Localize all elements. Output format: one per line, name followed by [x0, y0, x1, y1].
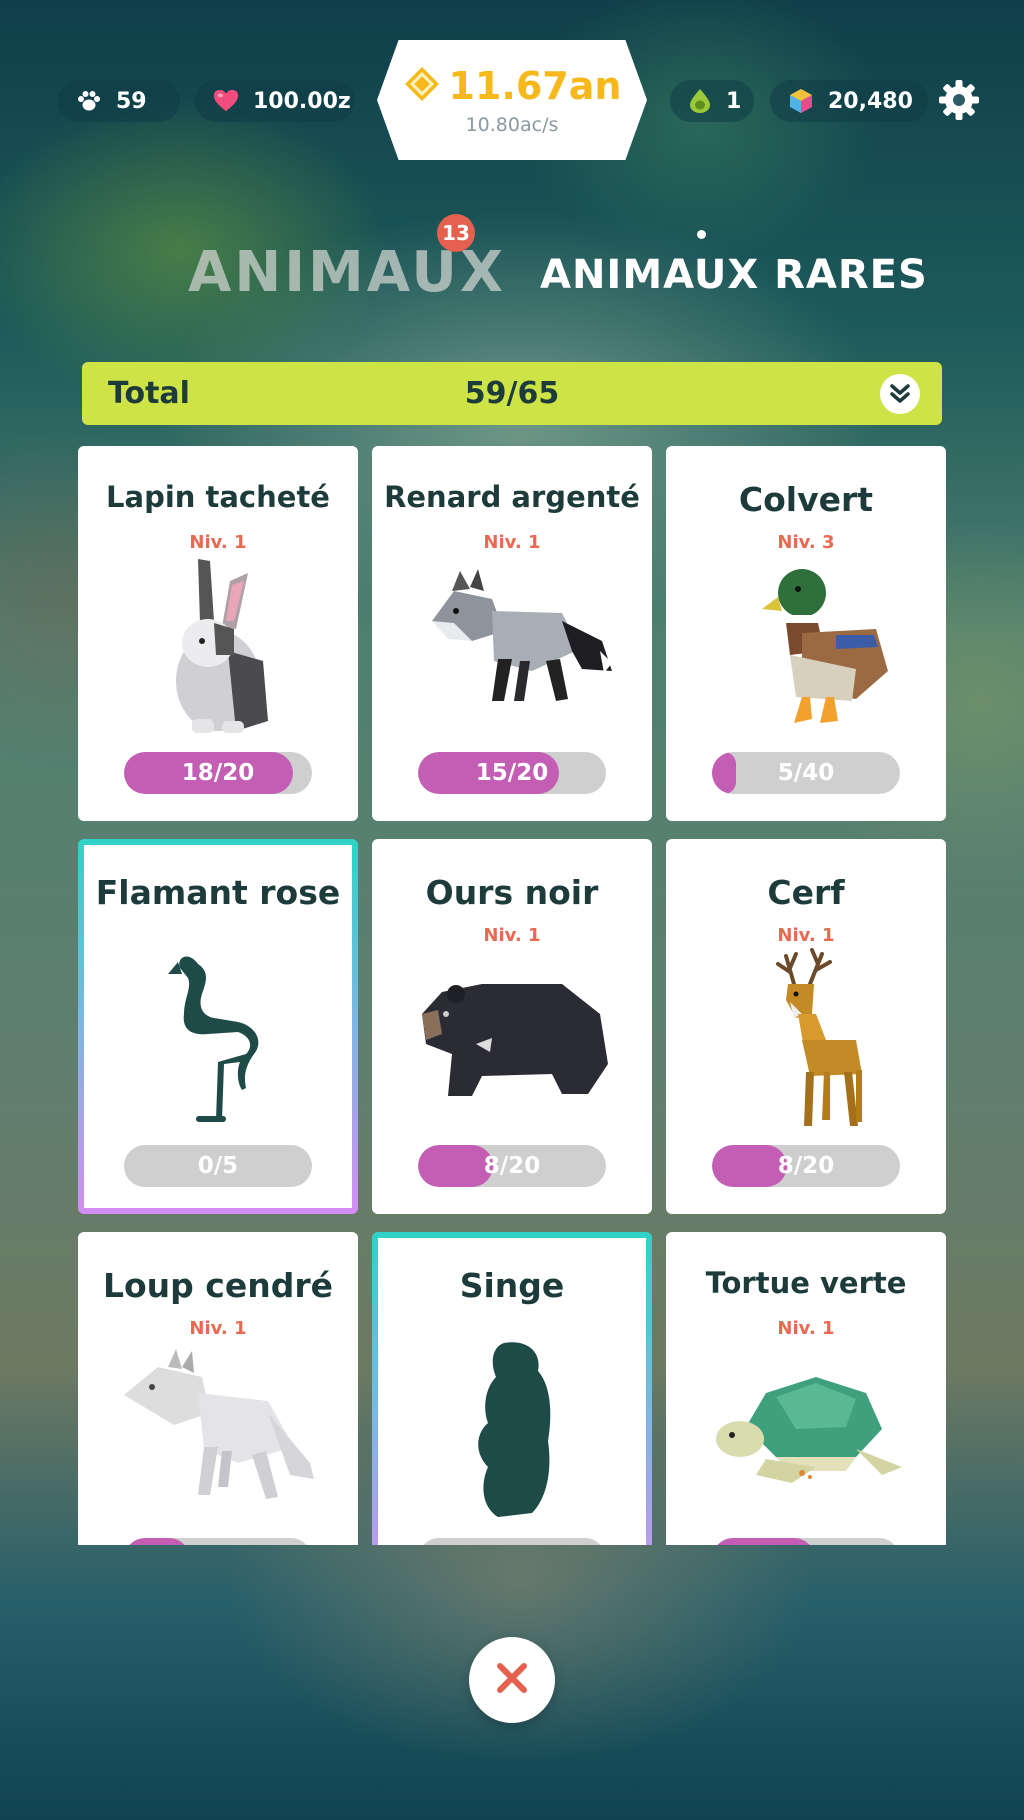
progress-text: 18/20 [181, 760, 255, 786]
animal-name: Lapin tacheté [106, 480, 330, 514]
coin-rate: 10.80ac/s [465, 114, 559, 136]
animal-level: Niv. 1 [483, 925, 541, 946]
progress-bar: 8/20 [418, 1145, 606, 1187]
progress-text [418, 1538, 606, 1545]
gem-count: 20,480 [828, 88, 913, 114]
animal-name: Renard argenté [384, 480, 640, 514]
total-count: 59/65 [464, 376, 560, 411]
coin-display: 11.67an 10.80ac/s [377, 40, 647, 160]
animal-name: Singe [459, 1266, 565, 1305]
paw-counter[interactable]: 59 [58, 80, 180, 122]
progress-text [712, 1538, 900, 1545]
animal-name: Flamant rose [95, 873, 341, 912]
animal-name: Ours noir [425, 873, 599, 912]
coin-icon [403, 65, 441, 107]
progress-bar: 15/20 [418, 752, 606, 794]
progress-bar [124, 1538, 312, 1545]
coin-value: 11.67an [448, 64, 622, 108]
animal-level: Niv. 3 [777, 532, 835, 553]
progress-bar [418, 1538, 606, 1545]
animal-name: Tortue verte [705, 1266, 907, 1300]
animal-level: Niv. 1 [189, 1318, 247, 1339]
deer-icon [706, 944, 906, 1134]
animal-card[interactable]: Colvert Niv. 3 5/40 [666, 446, 946, 821]
wolf-icon [118, 1337, 318, 1527]
animal-card-locked[interactable]: Singe [372, 1232, 652, 1545]
heart-counter[interactable]: 100.00z [195, 80, 355, 122]
duck-icon [706, 551, 906, 741]
animal-level: Niv. 1 [189, 532, 247, 553]
close-button[interactable] [469, 1637, 555, 1723]
progress-bar: 0/5 [124, 1145, 312, 1187]
animal-name: Cerf [767, 873, 845, 912]
seed-count: 1 [726, 88, 742, 114]
monkey-silhouette-icon [412, 1337, 612, 1527]
progress-bar [712, 1538, 900, 1545]
paw-icon [76, 88, 102, 114]
fox-icon [412, 551, 612, 741]
paw-count: 59 [116, 88, 147, 114]
progress-text: 5/40 [777, 760, 835, 786]
animal-card[interactable]: Renard argenté Niv. 1 15/20 [372, 446, 652, 821]
seed-counter[interactable]: 1 [670, 80, 754, 122]
seed-icon [688, 88, 712, 114]
animal-card[interactable]: Tortue verte Niv. 1 [666, 1232, 946, 1545]
chevron-double-down-icon[interactable] [880, 374, 920, 414]
animal-name: Loup cendré [102, 1266, 334, 1305]
animal-card[interactable]: Loup cendré Niv. 1 [78, 1232, 358, 1545]
flamingo-silhouette-icon [118, 944, 318, 1134]
progress-bar: 18/20 [124, 752, 312, 794]
settings-gear-icon[interactable] [937, 78, 981, 122]
tab-animaux-rares[interactable]: ANIMAUX RARES [540, 252, 928, 298]
gem-counter[interactable]: 20,480 [770, 80, 928, 122]
animal-card[interactable]: Ours noir Niv. 1 8/20 [372, 839, 652, 1214]
progress-text: 15/20 [475, 760, 549, 786]
turtle-icon [706, 1337, 906, 1527]
animal-level: Niv. 1 [777, 925, 835, 946]
progress-text: 0/5 [197, 1153, 239, 1179]
rabbit-icon [118, 551, 318, 741]
animal-name: Colvert [738, 480, 874, 519]
animal-level: Niv. 1 [483, 532, 541, 553]
tab-indicator-dot [697, 230, 706, 239]
animal-card[interactable]: Lapin tacheté Niv. 1 18/20 [78, 446, 358, 821]
progress-text: 8/20 [483, 1153, 541, 1179]
progress-text: 8/20 [777, 1153, 835, 1179]
progress-bar: 8/20 [712, 1145, 900, 1187]
animal-card[interactable]: Cerf Niv. 1 8/20 [666, 839, 946, 1214]
heart-icon [213, 88, 239, 114]
gem-icon [788, 88, 814, 114]
progress-text [124, 1538, 312, 1545]
animal-grid[interactable]: Lapin tacheté Niv. 1 18/20 Renard argent… [0, 440, 1024, 1545]
heart-count: 100.00z [253, 88, 351, 114]
notification-badge: 13 [437, 214, 475, 252]
animal-level: Niv. 1 [777, 1318, 835, 1339]
close-icon [495, 1661, 529, 1699]
progress-bar: 5/40 [712, 752, 900, 794]
animal-card-locked[interactable]: Flamant rose 0/5 [78, 839, 358, 1214]
bear-icon [412, 944, 612, 1134]
total-bar[interactable]: Total 59/65 [82, 362, 942, 425]
